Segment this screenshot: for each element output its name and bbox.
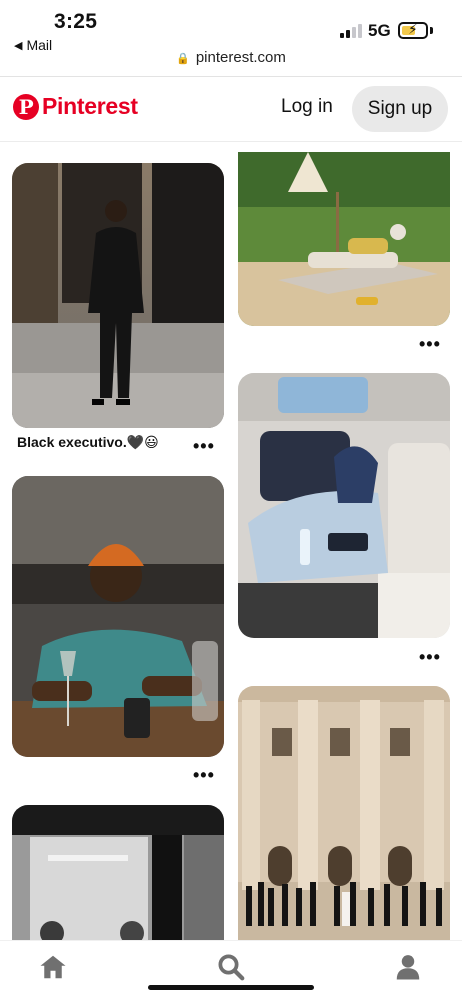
pin-image[interactable] [12, 163, 224, 428]
status-bar: 3:25 ◀ Mail 5G ⚡ 🔒 pinterest.com [0, 0, 462, 76]
pinterest-p-icon: P [13, 93, 39, 120]
pin-caption: Black executivo.🖤😃 [17, 434, 159, 450]
pin-image[interactable] [12, 476, 224, 757]
battery-icon: ⚡ [398, 21, 428, 39]
search-icon[interactable] [215, 951, 247, 983]
home-indicator [148, 985, 314, 990]
bottom-nav [0, 940, 462, 1000]
status-time: 3:25 [54, 10, 98, 33]
charging-bolt-icon: ⚡ [408, 21, 418, 37]
site-header: P Pinterest Log in Sign up [0, 77, 462, 141]
login-button[interactable]: Log in [281, 96, 333, 118]
pin-image[interactable] [12, 805, 224, 940]
pinterest-logo[interactable]: P Pinterest [13, 93, 138, 120]
home-icon[interactable] [37, 951, 69, 983]
more-options-icon[interactable]: ••• [193, 765, 215, 786]
lock-icon: 🔒 [176, 53, 190, 65]
pin-image[interactable] [238, 686, 450, 940]
more-options-icon[interactable]: ••• [193, 436, 215, 457]
profile-icon[interactable] [392, 951, 424, 983]
url-text: pinterest.com [195, 49, 286, 66]
pin-image[interactable] [238, 152, 450, 326]
brand-name: Pinterest [42, 93, 138, 119]
pin-image[interactable] [238, 373, 450, 638]
more-options-icon[interactable]: ••• [419, 334, 441, 355]
more-options-icon[interactable]: ••• [419, 647, 441, 668]
network-label: 5G [368, 21, 391, 40]
signup-button[interactable]: Sign up [352, 86, 448, 132]
signal-icon [340, 24, 362, 38]
address-bar[interactable]: 🔒 pinterest.com [0, 49, 462, 66]
